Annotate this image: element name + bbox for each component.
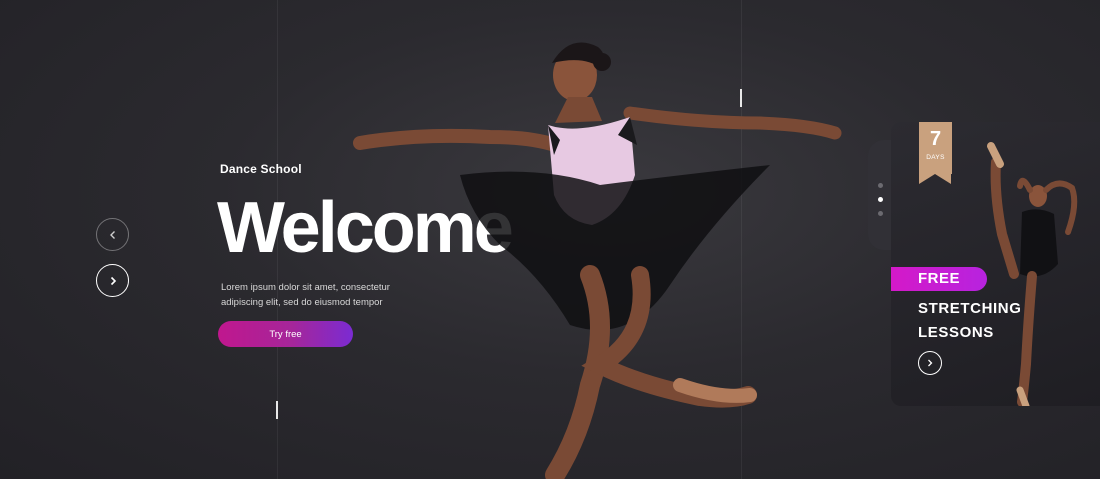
stretching-dancer-image (987, 142, 1078, 406)
chevron-right-icon (928, 359, 933, 367)
slider-prev-button[interactable] (96, 218, 129, 251)
promo-title-line1: STRETCHING (918, 300, 1022, 317)
promo-card[interactable]: 7 DAYS FREE STRETCHING LESSONS (891, 122, 1100, 406)
carousel-dot-1[interactable] (878, 183, 883, 188)
days-badge: 7 DAYS (919, 122, 952, 184)
days-number: 7 (929, 128, 942, 150)
promo-title-line2: LESSONS (918, 324, 994, 341)
days-label: DAYS (926, 154, 945, 161)
promo-next-button[interactable] (918, 351, 942, 375)
dancer-image (353, 42, 842, 479)
try-free-button[interactable]: Try free (218, 321, 353, 347)
carousel-dot-2[interactable] (878, 197, 883, 202)
chevron-right-icon (110, 276, 116, 285)
hero-eyebrow: Dance School (220, 162, 302, 176)
free-badge: FREE (891, 267, 987, 291)
guide-tick-bottom (276, 401, 278, 419)
carousel-dot-3[interactable] (878, 211, 883, 216)
chevron-left-icon (109, 230, 115, 239)
slider-next-button[interactable] (96, 264, 129, 297)
